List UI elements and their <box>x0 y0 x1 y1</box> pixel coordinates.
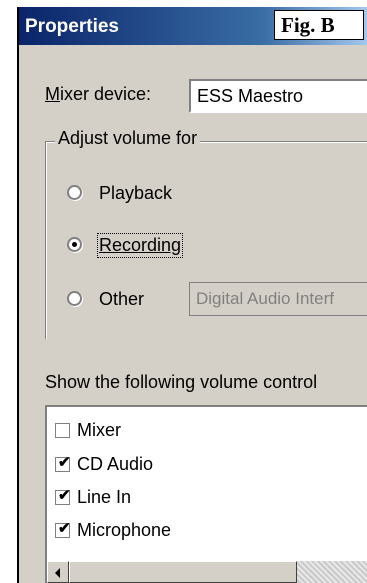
radio-playback-label[interactable]: Playback <box>99 183 172 204</box>
mixer-device-select[interactable]: ESS Maestro <box>189 79 367 113</box>
radio-other[interactable] <box>67 291 82 306</box>
mixer-device-label-accel: M <box>45 84 60 104</box>
list-item-label: Mixer <box>77 420 121 440</box>
radio-other-label[interactable]: Other <box>99 289 144 310</box>
horizontal-scrollbar[interactable] <box>47 561 367 583</box>
checkbox-mixer[interactable] <box>55 423 70 438</box>
title-bar: Properties Fig. B <box>19 7 367 45</box>
checkbox-line-in[interactable]: ✔ <box>55 487 71 505</box>
checkbox-cd-audio[interactable]: ✔ <box>55 454 71 472</box>
checkbox-microphone[interactable]: ✔ <box>55 520 71 538</box>
checkmark-icon: ✔ <box>58 487 71 504</box>
arrow-left-icon <box>55 568 60 578</box>
checkmark-icon: ✔ <box>58 454 71 471</box>
figure-label: Fig. B <box>274 10 364 40</box>
mixer-device-label: Mixer device: <box>45 84 151 105</box>
radio-selected-dot <box>72 242 77 247</box>
list-item-label: Microphone <box>77 520 172 540</box>
dialog-title: Properties <box>25 16 119 37</box>
checkmark-icon: ✔ <box>58 520 71 537</box>
radio-playback[interactable] <box>67 185 82 200</box>
radio-recording[interactable] <box>67 237 82 252</box>
mixer-device-label-rest: ixer device: <box>60 84 152 104</box>
list-item-label: Line In <box>77 487 132 507</box>
radio-recording-label[interactable]: Recording <box>96 233 184 258</box>
scroll-thumb[interactable] <box>69 561 297 583</box>
list-item-label: CD Audio <box>77 454 154 474</box>
show-controls-label: Show the following volume control <box>45 372 318 392</box>
volume-controls-list[interactable]: Mixer ✔ CD Audio ✔ Line In ✔ Microphone <box>45 405 367 583</box>
scroll-left-button[interactable] <box>47 561 69 583</box>
adjust-volume-legend: Adjust volume for <box>55 128 201 149</box>
other-device-select[interactable]: Digital Audio Interf <box>189 282 367 316</box>
properties-dialog: Properties Fig. B Mixer device: ESS Maes… <box>17 7 367 583</box>
